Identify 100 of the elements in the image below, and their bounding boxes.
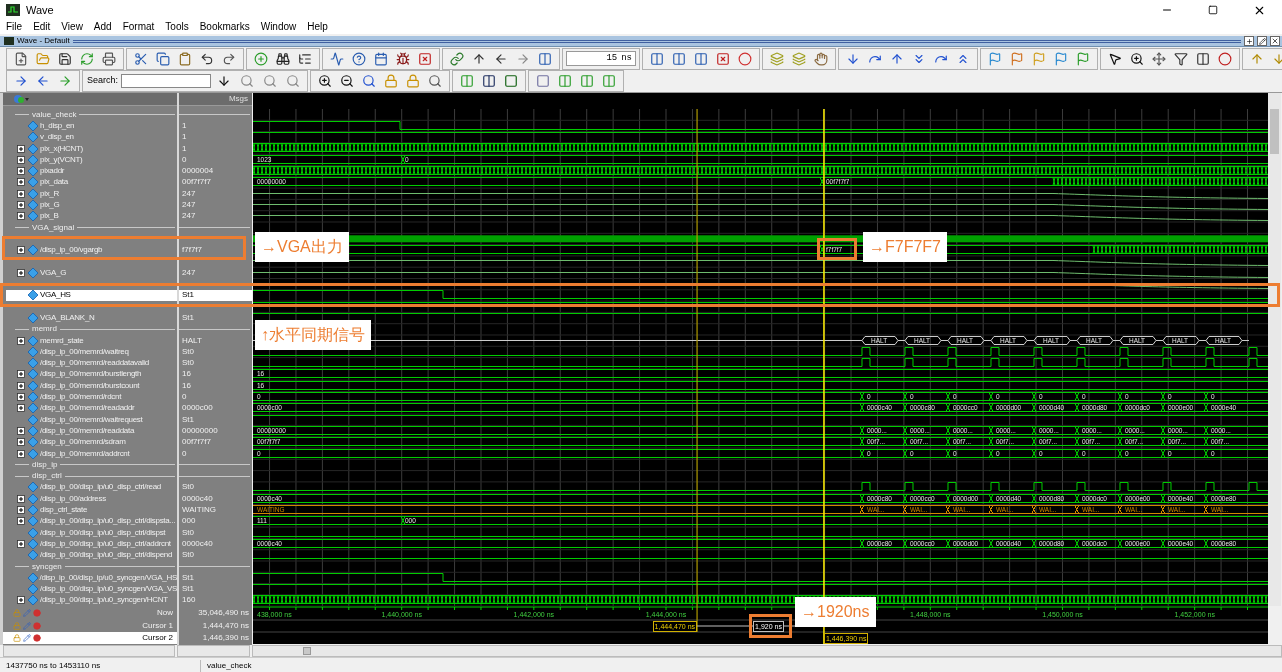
signal-row[interactable]: /disp_ip_00/disp_ip/u0_syncgen/HCNT: [6, 594, 177, 607]
signal-row[interactable]: /disp_ip_00/disp_ip/u0_syncgen/VGA_HS: [6, 572, 177, 584]
calendar-icon[interactable]: [374, 51, 388, 66]
zoom-in-icon[interactable]: [318, 74, 333, 88]
cut-icon[interactable]: [134, 51, 148, 66]
signal-row[interactable]: /disp_ip_00/memrd/burstcount: [6, 380, 177, 392]
signal-row[interactable]: pix_data: [6, 176, 177, 189]
signal-row[interactable]: pix_y(VCNT): [6, 154, 177, 166]
time-step-field[interactable]: 15 ns: [566, 51, 636, 66]
group-label[interactable]: value_check: [29, 110, 80, 119]
signal-row[interactable]: pixaddr: [6, 165, 177, 177]
delete-icon[interactable]: [418, 51, 432, 66]
arrow-up-icon[interactable]: [472, 51, 486, 66]
search-next-icon[interactable]: [263, 74, 278, 88]
step-into-icon[interactable]: [846, 51, 860, 66]
box-icon[interactable]: [536, 74, 551, 88]
flag-icon[interactable]: [988, 51, 1002, 66]
signal-row[interactable]: pix_G: [6, 199, 177, 211]
signal-row[interactable]: /disp_ip_00/memrd/readdata: [6, 425, 177, 437]
menu-item[interactable]: Tools: [165, 22, 189, 32]
signal-row[interactable]: /disp_ip_00/memrd/sdram: [6, 436, 177, 448]
menu-item[interactable]: Format: [122, 22, 155, 32]
group-label[interactable]: syncgen: [29, 562, 65, 571]
cursor-row[interactable]: Cursor 2: [3, 631, 177, 645]
menu-item[interactable]: View: [61, 22, 83, 32]
group-label[interactable]: memrd: [29, 325, 60, 334]
signal-row[interactable]: v_disp_en: [6, 131, 177, 143]
flag-alt-icon[interactable]: [1010, 51, 1024, 66]
signal-row[interactable]: memrd_state: [6, 334, 177, 347]
pointer-icon[interactable]: [1108, 51, 1122, 66]
hand-icon[interactable]: [814, 51, 828, 66]
signal-row[interactable]: /disp_ip_00/disp_ip/u0_disp_ctrl/addrcnt: [6, 538, 177, 550]
horizontal-scrollbar[interactable]: [177, 645, 250, 658]
group-label[interactable]: disp_ip: [29, 460, 61, 469]
save-icon[interactable]: [58, 51, 72, 66]
signal-row[interactable]: /disp_ip_00/memrd/addrcnt: [6, 447, 177, 460]
add-icon[interactable]: [254, 51, 268, 66]
signal-row[interactable]: /disp_ip_00/disp_ip/u0_disp_ctrl/read: [6, 481, 177, 494]
horizontal-scrollbar[interactable]: [3, 645, 175, 658]
flag-go-icon[interactable]: [1076, 51, 1090, 66]
signal-row[interactable]: /disp_ip_00/disp_ip/u0_disp_ctrl/dispsta...: [6, 515, 177, 527]
find-icon[interactable]: [276, 51, 290, 66]
menu-item[interactable]: Edit: [33, 22, 51, 32]
menu-item[interactable]: Help: [307, 22, 328, 32]
menu-item[interactable]: File: [6, 22, 23, 32]
toolbar-menu-icon[interactable]: [13, 94, 29, 104]
signal-row[interactable]: /disp_ip_00/disp_ip/u0_disp_ctrl/dispend: [6, 549, 177, 561]
flag-list-icon[interactable]: [1054, 51, 1068, 66]
signal-row[interactable]: /disp_ip_00/vgargb: [6, 244, 177, 256]
add-pane-button[interactable]: [1244, 36, 1254, 46]
signal-row[interactable]: /disp_ip_00/memrd/rdcnt: [6, 391, 177, 403]
signal-row[interactable]: /disp_ip_00/memrd/readaddr: [6, 402, 177, 414]
new-file-icon[interactable]: [14, 51, 28, 66]
redo-icon[interactable]: [222, 51, 236, 66]
arrow-right-icon[interactable]: [516, 51, 530, 66]
vertical-scrollbar[interactable]: [1268, 93, 1281, 607]
signal-row[interactable]: /disp_ip_00/memrd/waitrequest: [6, 414, 177, 426]
zoom-out-icon[interactable]: [340, 74, 355, 88]
columns-icon[interactable]: [1196, 51, 1210, 66]
move-icon[interactable]: [1152, 51, 1166, 66]
signal-row[interactable]: /disp_ip_00/memrd/burstlength: [6, 368, 177, 381]
signal-row[interactable]: pix_B: [6, 210, 177, 222]
signal-row[interactable]: disp_ctrl_state: [6, 504, 177, 516]
signal-row[interactable]: VGA_BLANK_N: [6, 312, 177, 324]
cursor-line[interactable]: [696, 606, 698, 633]
signal-row[interactable]: /disp_ip_00/disp_ip/u0_disp_ctrl/dispst: [6, 527, 177, 539]
step-out-icon[interactable]: [890, 51, 904, 66]
group-label[interactable]: disp_ctrl: [29, 472, 65, 481]
undock-button[interactable]: [1257, 36, 1267, 46]
copy-icon[interactable]: [156, 51, 170, 66]
help-icon[interactable]: [352, 51, 366, 66]
search-prev-icon[interactable]: [240, 74, 255, 88]
break-icon[interactable]: [716, 51, 730, 66]
search-field[interactable]: [121, 74, 212, 88]
undo-icon[interactable]: [200, 51, 214, 66]
signal-row[interactable]: /disp_ip_00/disp_ip/u0_syncgen/VGA_VS: [6, 583, 177, 595]
signal-row[interactable]: pix_x(HCNT): [6, 142, 177, 155]
menu-item[interactable]: Bookmarks: [199, 22, 250, 32]
bug-icon[interactable]: [396, 51, 410, 66]
zoom-last-icon[interactable]: [428, 74, 443, 88]
link-icon[interactable]: [450, 51, 464, 66]
zoom-box-icon[interactable]: [1130, 51, 1144, 66]
maximize-icon[interactable]: [1208, 5, 1218, 15]
signal-row[interactable]: /disp_ip_00/address: [6, 493, 177, 505]
zoom-full-icon[interactable]: [362, 74, 377, 88]
search-options-icon[interactable]: [286, 74, 301, 88]
horizontal-scrollbar[interactable]: [252, 645, 1282, 658]
list-icon[interactable]: [298, 51, 312, 66]
signal-row[interactable]: pix_R: [6, 188, 177, 200]
signal-row[interactable]: VGA_G: [6, 267, 177, 279]
signal-row[interactable]: /disp_ip_00/memrd/readdatavalid: [6, 357, 177, 369]
menu-item[interactable]: Window: [260, 22, 297, 32]
paste-icon[interactable]: [178, 51, 192, 66]
wave-icon[interactable]: [330, 51, 344, 66]
signal-row[interactable]: /disp_ip_00/memrd/waitreq: [6, 346, 177, 358]
close-pane-button[interactable]: [1270, 36, 1280, 46]
signal-row[interactable]: h_disp_en: [6, 120, 177, 132]
reload-icon[interactable]: [80, 51, 94, 66]
menu-item[interactable]: Add: [93, 22, 112, 32]
signal-row[interactable]: VGA_HS: [6, 289, 177, 302]
